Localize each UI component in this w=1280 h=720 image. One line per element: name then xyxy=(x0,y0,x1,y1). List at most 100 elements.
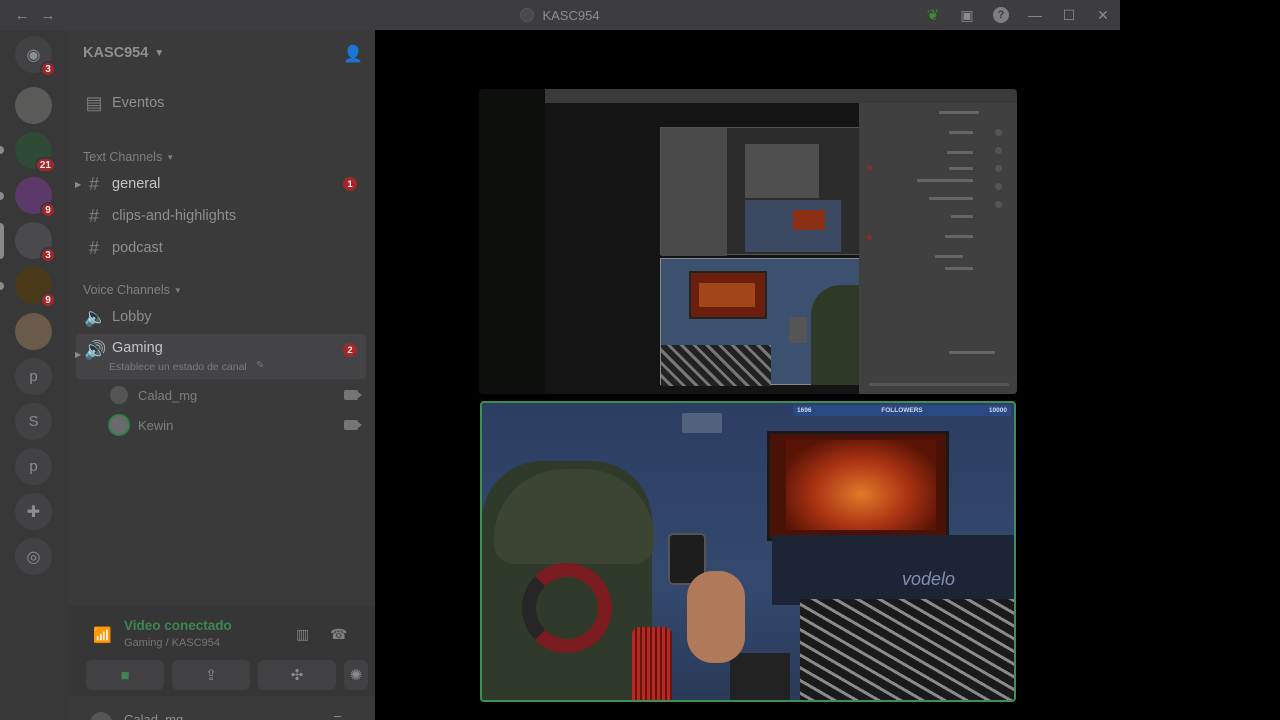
speaker-icon: 🔊 xyxy=(84,340,107,360)
user-name[interactable]: Calad_mg xyxy=(124,712,183,720)
shared-screen xyxy=(545,89,1017,394)
camera-button[interactable]: ■ xyxy=(86,660,164,690)
channel-name: Gaming xyxy=(112,340,163,356)
add-user-icon[interactable]: 👤 xyxy=(343,44,363,64)
hash-icon: # xyxy=(88,205,99,226)
category-label: Text Channels xyxy=(83,150,163,164)
chevron-down-icon: ▼ xyxy=(173,285,182,295)
nested-camera xyxy=(660,258,888,386)
guild-header[interactable]: KASC954 ▼ xyxy=(68,30,375,76)
noise-suppression-icon[interactable]: ▥ xyxy=(296,626,309,643)
voice-user-name: Kewin xyxy=(138,417,174,433)
channel-name: podcast xyxy=(112,240,163,256)
compass-icon[interactable]: ◎ xyxy=(15,538,52,575)
voice-channel-gaming[interactable]: ▶ 🔊 Gaming 2 Establece un estado de cana… xyxy=(75,334,366,379)
back-arrow-icon[interactable]: ← xyxy=(14,7,30,24)
channel-podcast[interactable]: # podcast xyxy=(76,232,366,264)
title-bar: ← → KASC954 ❦ ▣ ? — ☐ ✕ xyxy=(0,0,1120,30)
forward-arrow-icon[interactable]: → xyxy=(40,7,56,24)
signal-icon[interactable]: 📶 xyxy=(93,626,112,644)
server-avatar-icon xyxy=(520,8,535,22)
server-rail: ◉ 3 21 9 3 9 p S p ✚ ◎ xyxy=(0,30,68,720)
events-item[interactable]: ▤ Eventos xyxy=(76,87,366,119)
shared-sidebar xyxy=(859,103,1017,394)
close-icon[interactable]: ✕ xyxy=(1086,0,1120,30)
nested-screen xyxy=(660,127,887,256)
channel-sidebar: KASC954 ▼ 👤 ▤ Eventos Text Channels ▼ ▶ … xyxy=(68,30,375,720)
events-label: Eventos xyxy=(112,95,165,111)
unread-indicator: ▶ xyxy=(75,350,82,359)
server-badge: 3 xyxy=(40,247,56,263)
unread-pill xyxy=(0,146,4,154)
channel-name: clips-and-highlights xyxy=(112,208,237,224)
channel-general[interactable]: ▶ # general 1 xyxy=(75,168,366,200)
app-window: ← → KASC954 ❦ ▣ ? — ☐ ✕ ◉ 3 21 9 3 9 p S… xyxy=(0,0,1120,720)
server-icon[interactable]: p xyxy=(15,358,52,395)
avatar xyxy=(108,414,130,436)
unread-pill xyxy=(0,282,4,290)
voice-category[interactable]: Voice Channels ▼ xyxy=(83,283,182,297)
soundboard-button[interactable]: ✺ xyxy=(344,660,368,690)
leaf-icon[interactable]: ❦ xyxy=(916,0,950,30)
screen-share-tile[interactable] xyxy=(479,89,1017,394)
server-icon[interactable]: p xyxy=(15,448,52,485)
help-icon[interactable]: ? xyxy=(984,0,1018,30)
add-server-icon[interactable]: ✚ xyxy=(15,493,52,530)
server-icon[interactable]: 9 xyxy=(15,267,56,308)
screen-share-button[interactable]: ⇪ xyxy=(172,660,250,690)
stream-watermark xyxy=(682,413,722,433)
server-badge: 21 xyxy=(34,157,56,173)
minimize-icon[interactable]: — xyxy=(1018,0,1052,30)
camera-tile[interactable]: vodelo 1696 FOLLOWERS 10000 xyxy=(480,401,1016,702)
chevron-down-icon: ▼ xyxy=(154,47,165,59)
category-label: Voice Channels xyxy=(83,283,170,297)
avatar[interactable] xyxy=(90,712,112,720)
neon-sign: vodelo xyxy=(902,569,956,589)
minus-icon[interactable]: – xyxy=(334,708,341,720)
mention-badge: 2 xyxy=(343,343,357,357)
disconnect-icon[interactable]: ☎ xyxy=(330,626,347,643)
server-icon[interactable] xyxy=(15,87,52,124)
server-badge: 9 xyxy=(40,202,56,218)
channel-status[interactable]: Establece un estado de canal xyxy=(109,361,247,373)
pencil-icon[interactable]: ✎ xyxy=(256,360,264,371)
speaker-icon: 🔈 xyxy=(84,306,107,327)
followers-goal-bar: 1696 FOLLOWERS 10000 xyxy=(793,405,1011,416)
avatar xyxy=(108,384,130,406)
maximize-icon[interactable]: ☐ xyxy=(1052,0,1086,30)
home-badge: 3 xyxy=(40,61,56,77)
camera-icon xyxy=(344,420,362,430)
channel-name: general xyxy=(112,176,161,192)
calendar-icon: ▤ xyxy=(85,92,103,113)
unread-indicator: ▶ xyxy=(75,179,82,189)
voice-user[interactable]: Calad_mg xyxy=(108,382,362,408)
hash-icon: # xyxy=(88,237,99,258)
tv-fireplace xyxy=(767,431,949,541)
voice-user[interactable]: Kewin xyxy=(108,412,362,438)
server-icon[interactable]: 3 xyxy=(15,222,56,263)
server-icon[interactable]: 21 xyxy=(15,132,56,173)
chevron-down-icon: ▼ xyxy=(166,152,175,162)
unread-pill xyxy=(0,192,4,200)
server-icon[interactable]: 9 xyxy=(15,177,56,218)
video-stage: vodelo 1696 FOLLOWERS 10000 xyxy=(375,30,1120,720)
server-icon[interactable] xyxy=(15,313,52,350)
hash-icon: # xyxy=(88,173,99,194)
text-category[interactable]: Text Channels ▼ xyxy=(83,150,174,164)
activities-button[interactable]: ✣ xyxy=(258,660,336,690)
desktop-background xyxy=(1120,0,1280,720)
voice-connection-panel: 📶 Video conectado Gaming / KASC954 ▥ ☎ ■… xyxy=(68,606,375,696)
channel-clips-and-highlights[interactable]: # clips-and-highlights xyxy=(76,200,366,232)
shared-title-bar xyxy=(545,89,1017,103)
selected-pill xyxy=(0,223,4,259)
voice-user-name: Calad_mg xyxy=(138,387,198,403)
server-icon[interactable]: S xyxy=(15,403,52,440)
window-title: KASC954 xyxy=(542,7,600,23)
connection-channel[interactable]: Gaming / KASC954 xyxy=(124,637,220,649)
discord-home-icon[interactable]: ◉ 3 xyxy=(15,36,56,77)
channel-name: Lobby xyxy=(112,309,152,325)
connection-status[interactable]: Video conectado xyxy=(124,618,232,633)
inbox-icon[interactable]: ▣ xyxy=(950,0,984,30)
camera-icon xyxy=(344,390,362,400)
voice-channel-lobby[interactable]: 🔈 Lobby xyxy=(76,301,366,333)
